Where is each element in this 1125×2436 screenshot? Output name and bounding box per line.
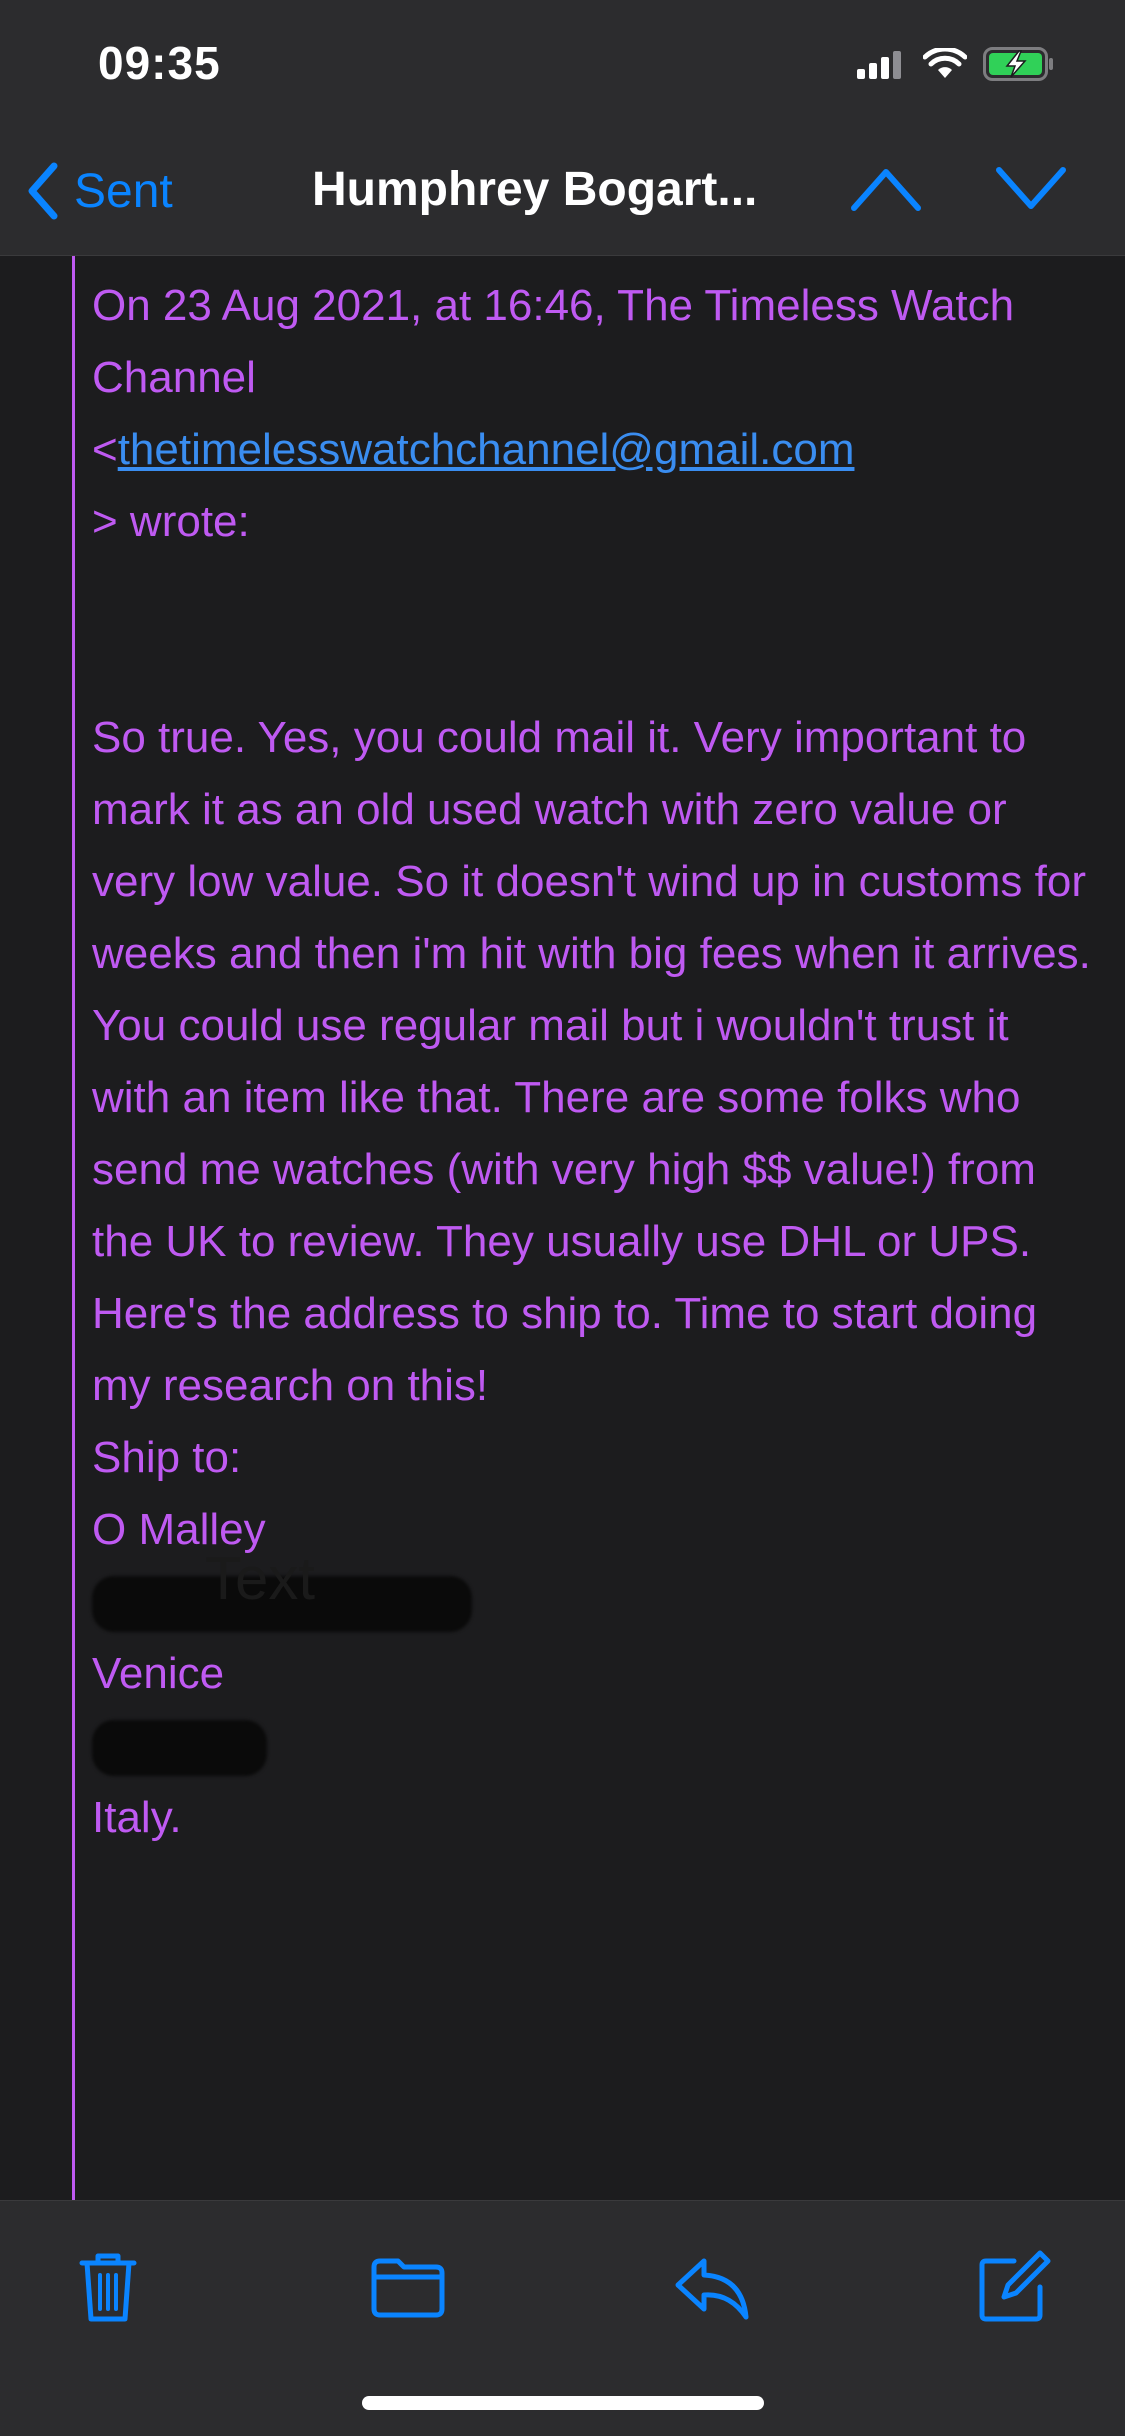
ship-country: Italy.	[92, 1793, 182, 1842]
page-title: Humphrey Bogart...	[312, 163, 758, 216]
status-time: 09:35	[98, 37, 221, 89]
sender-email-link[interactable]: thetimelesswatchchannel@gmail.com	[118, 425, 855, 474]
ship-city: Venice	[92, 1649, 225, 1698]
compose-icon[interactable]	[974, 2247, 1054, 2327]
stray-text-overlay: Text	[205, 1545, 316, 1612]
home-indicator[interactable]	[362, 2396, 764, 2410]
message-paragraph-2: You could use regular mail but i wouldn'…	[92, 1001, 1038, 1410]
quote-header-line: On 23 Aug 2021, at 16:46, The Timeless W…	[92, 281, 1015, 402]
folder-icon[interactable]	[368, 2247, 448, 2327]
redacted-postcode	[92, 1710, 1092, 1782]
back-button-label: Sent	[74, 164, 173, 218]
email-body[interactable]: On 23 Aug 2021, at 16:46, The Timeless W…	[0, 256, 1125, 2200]
battery-charging-icon	[983, 47, 1053, 81]
message-paragraph-1: So true. Yes, you could mail it. Very im…	[92, 713, 1091, 978]
previous-message-button[interactable]	[850, 164, 922, 214]
quote-header: On 23 Aug 2021, at 16:46, The Timeless W…	[92, 270, 1092, 558]
trash-icon[interactable]	[68, 2247, 148, 2327]
quoted-message: On 23 Aug 2021, at 16:46, The Timeless W…	[92, 270, 1092, 1854]
status-icons	[857, 44, 1055, 84]
reply-icon[interactable]	[672, 2247, 752, 2327]
quote-bar	[72, 256, 75, 2200]
mail-screen: 09:35 Sent Humphrey Bogart... On 23 Aug …	[0, 0, 1125, 2436]
ship-to-label: Ship to:	[92, 1433, 242, 1482]
cellular-signal-icon	[857, 51, 901, 79]
quote-header-bracket: <	[92, 425, 118, 474]
back-button[interactable]: Sent	[26, 162, 173, 220]
next-message-button[interactable]	[995, 164, 1067, 214]
quote-header-wrote: > wrote:	[92, 497, 250, 546]
status-bar: 09:35	[0, 0, 1125, 120]
navigation-bar: Sent Humphrey Bogart...	[0, 120, 1125, 256]
chevron-left-icon	[28, 162, 58, 220]
wifi-icon	[923, 48, 967, 78]
